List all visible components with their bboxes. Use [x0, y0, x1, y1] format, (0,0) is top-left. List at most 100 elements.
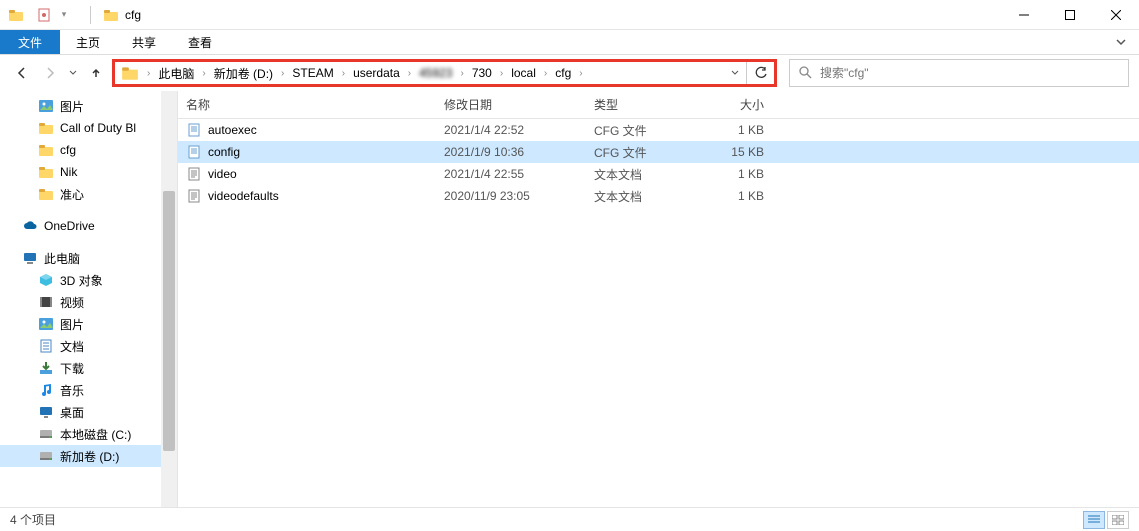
sidebar-item-2[interactable]: cfg: [0, 139, 177, 161]
sidebar-item-10[interactable]: 文档: [0, 335, 177, 357]
ribbon-tab-1[interactable]: 共享: [116, 30, 172, 54]
file-icon: [186, 188, 202, 204]
refresh-button[interactable]: [746, 62, 774, 84]
chevron-right-icon[interactable]: ›: [196, 68, 211, 79]
file-type: CFG 文件: [586, 122, 696, 139]
ribbon-collapse-button[interactable]: [1103, 30, 1139, 54]
qat-properties-icon[interactable]: [36, 7, 52, 23]
maximize-button[interactable]: [1047, 0, 1093, 30]
qat-dropdown-icon[interactable]: ▾: [56, 7, 72, 23]
search-box[interactable]: [789, 59, 1129, 87]
sidebar-item-9[interactable]: 图片: [0, 313, 177, 335]
cloud-icon: [22, 218, 38, 234]
status-bar: 4 个项目: [0, 507, 1139, 531]
sidebar-item-14[interactable]: 本地磁盘 (C:): [0, 423, 177, 445]
ribbon: 文件 主页共享查看: [0, 30, 1139, 55]
file-row-2[interactable]: video2021/1/4 22:55文本文档1 KB: [178, 163, 1139, 185]
sidebar-item-label: 图片: [60, 98, 84, 115]
sidebar-scrollbar-thumb[interactable]: [163, 191, 175, 451]
search-icon: [790, 65, 820, 82]
breadcrumb-1[interactable]: 新加卷 (D:): [214, 65, 273, 82]
chevron-right-icon[interactable]: ›: [494, 68, 509, 79]
sidebar-item-13[interactable]: 桌面: [0, 401, 177, 423]
app-folder-icon: [8, 7, 24, 23]
forward-button[interactable]: [38, 61, 62, 85]
sidebar-item-8[interactable]: 视频: [0, 291, 177, 313]
chevron-right-icon[interactable]: ›: [141, 68, 156, 79]
sidebar-item-label: 新加卷 (D:): [60, 448, 119, 465]
sidebar-item-15[interactable]: 新加卷 (D:): [0, 445, 177, 467]
ribbon-tab-2[interactable]: 查看: [172, 30, 228, 54]
folder-icon: [38, 142, 54, 158]
address-folder-icon: [121, 64, 139, 82]
view-icons-button[interactable]: [1107, 511, 1129, 529]
sidebar-item-label: 视频: [60, 294, 84, 311]
address-bar[interactable]: › 此电脑›新加卷 (D:)›STEAM›userdata›45923›730›…: [112, 59, 777, 87]
breadcrumb-7[interactable]: cfg: [555, 66, 571, 80]
view-details-button[interactable]: [1083, 511, 1105, 529]
sidebar-item-label: 准心: [60, 186, 84, 203]
file-date: 2021/1/4 22:52: [436, 123, 586, 137]
sidebar-item-4[interactable]: 准心: [0, 183, 177, 205]
ribbon-tab-0[interactable]: 主页: [60, 30, 116, 54]
file-size: 1 KB: [696, 123, 776, 137]
picture-icon: [38, 316, 54, 332]
up-button[interactable]: [84, 61, 108, 85]
sidebar-item-12[interactable]: 音乐: [0, 379, 177, 401]
file-list: 名称 修改日期 类型 大小 autoexec 2021/1/4 22:52CFG …: [178, 91, 1139, 507]
sidebar-item-0[interactable]: 图片: [0, 95, 177, 117]
chevron-right-icon[interactable]: ›: [573, 68, 588, 79]
breadcrumb-3[interactable]: userdata: [353, 66, 400, 80]
file-row-3[interactable]: videodefaults2020/11/9 23:05文本文档1 KB: [178, 185, 1139, 207]
breadcrumb-2[interactable]: STEAM: [292, 66, 333, 80]
file-name: autoexec: [208, 123, 257, 137]
file-date: 2021/1/9 10:36: [436, 145, 586, 159]
download-icon: [38, 360, 54, 376]
breadcrumb-5[interactable]: 730: [472, 66, 492, 80]
sidebar-item-1[interactable]: Call of Duty Bl: [0, 117, 177, 139]
close-button[interactable]: [1093, 0, 1139, 30]
file-type: CFG 文件: [586, 144, 696, 161]
file-row-0[interactable]: autoexec 2021/1/4 22:52CFG 文件1 KB: [178, 119, 1139, 141]
file-date: 2020/11/9 23:05: [436, 189, 586, 203]
file-name: config: [208, 145, 240, 159]
sidebar-item-label: OneDrive: [44, 219, 95, 233]
search-input[interactable]: [820, 66, 1128, 80]
chevron-right-icon[interactable]: ›: [538, 68, 553, 79]
column-headers: 名称 修改日期 类型 大小: [178, 91, 1139, 119]
sidebar-item-label: Call of Duty Bl: [60, 121, 136, 135]
titlebar-separator: [90, 6, 91, 24]
sidebar-item-label: Nik: [60, 165, 77, 179]
file-row-1[interactable]: config2021/1/9 10:36CFG 文件15 KB: [178, 141, 1139, 163]
column-name[interactable]: 名称: [178, 96, 436, 113]
column-type[interactable]: 类型: [586, 96, 696, 113]
sidebar-item-label: cfg: [60, 143, 76, 157]
chevron-right-icon[interactable]: ›: [402, 68, 417, 79]
sidebar-item-11[interactable]: 下载: [0, 357, 177, 379]
sidebar-item-label: 3D 对象: [60, 272, 103, 289]
column-size[interactable]: 大小: [696, 96, 776, 113]
sidebar-item-7[interactable]: 3D 对象: [0, 269, 177, 291]
column-date[interactable]: 修改日期: [436, 96, 586, 113]
sidebar-item-3[interactable]: Nik: [0, 161, 177, 183]
disk-icon: [38, 426, 54, 442]
status-text: 4 个项目: [10, 511, 56, 528]
sidebar-item-5[interactable]: OneDrive: [0, 215, 177, 237]
recent-dropdown-button[interactable]: [66, 61, 80, 85]
ribbon-file-tab[interactable]: 文件: [0, 30, 60, 54]
window-title: cfg: [125, 8, 141, 22]
sidebar-item-label: 桌面: [60, 404, 84, 421]
chevron-right-icon[interactable]: ›: [275, 68, 290, 79]
address-dropdown-button[interactable]: [724, 62, 746, 84]
chevron-right-icon[interactable]: ›: [336, 68, 351, 79]
breadcrumb-4[interactable]: 45923: [419, 66, 452, 80]
folder-icon: [38, 164, 54, 180]
sidebar-scrollbar[interactable]: [161, 91, 177, 507]
breadcrumb-0[interactable]: 此电脑: [158, 65, 194, 82]
pc-icon: [22, 250, 38, 266]
chevron-right-icon[interactable]: ›: [454, 68, 469, 79]
breadcrumb-6[interactable]: local: [511, 66, 536, 80]
back-button[interactable]: [10, 61, 34, 85]
minimize-button[interactable]: [1001, 0, 1047, 30]
sidebar-item-6[interactable]: 此电脑: [0, 247, 177, 269]
